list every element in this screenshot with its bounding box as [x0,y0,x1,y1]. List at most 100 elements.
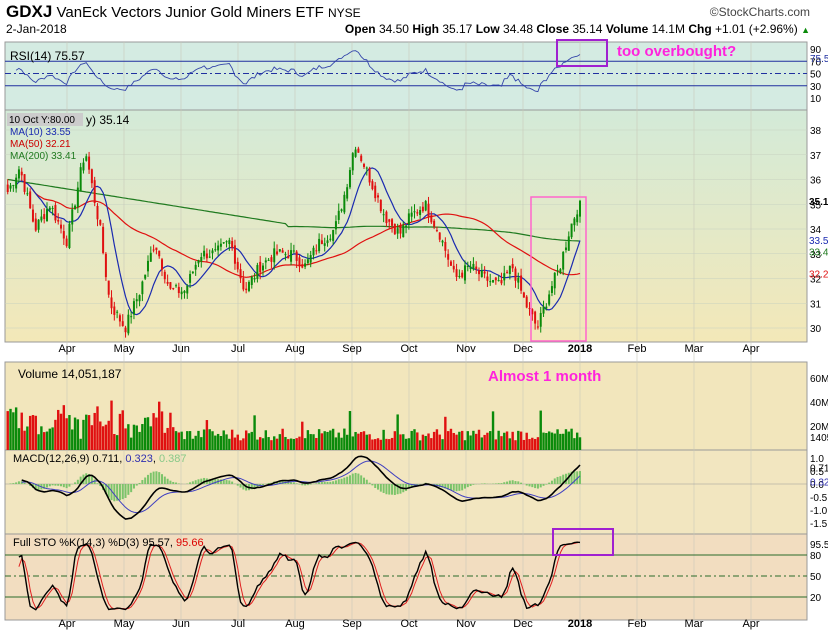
price-tag-ma200: 33.41 [809,248,828,259]
volume-bar [93,412,96,450]
macd-histogram-bar [329,481,332,484]
macd-histogram-bar [127,484,130,495]
macd-histogram-bar [385,484,388,495]
candle-body [385,211,388,224]
volume-bar [169,412,172,450]
volume-bar [469,435,472,450]
candle-body [506,271,509,273]
price-tick-label: 30 [810,324,822,335]
candle-body [217,245,220,251]
macd-tick-label: -1.5 [810,519,828,530]
volume-bar [214,435,217,450]
macd-histogram-bar [472,484,475,485]
candle-body [99,220,102,225]
volume-bar [517,430,520,450]
macd-histogram-bar [60,484,63,487]
macd-histogram-bar [158,472,161,484]
macd-histogram-bar [301,484,304,486]
macd-histogram-bar [96,483,99,484]
volume-bar [188,431,192,450]
volume-bar [68,415,71,450]
volume-bar [483,434,486,450]
volume-bar [416,432,419,450]
candle-body [169,282,172,289]
volume-bar [365,434,368,450]
volume-bar [547,431,551,450]
month-tick-label: Apr [742,343,759,355]
volume-bar [438,434,441,450]
candle-body [312,247,315,256]
macd-histogram-bar [194,480,197,484]
candle-body [155,247,158,251]
macd-histogram-bar [113,484,116,502]
candle-body [466,265,469,267]
volume-bar [216,433,220,450]
volume-bar [59,413,63,450]
candle-body [62,231,65,239]
month-tick-label: Jun [172,343,190,355]
macd-histogram-bar [124,484,127,498]
volume-bar [570,428,573,450]
macd-histogram-bar [452,484,455,491]
volume-bar [573,438,576,450]
candle-body [76,187,79,207]
candle-body [483,271,486,274]
candle-body [158,250,161,257]
volume-bar [40,426,43,450]
volume-bar [202,429,206,450]
candle-body [200,257,203,262]
volume-bar [460,430,464,450]
volume-bar [404,438,408,450]
volume-bar [550,432,554,450]
candle-body [259,261,262,273]
price-tick-label: 37 [810,151,822,162]
macd-histogram-bar [458,484,461,491]
volume-bar [528,439,531,450]
candle-body [545,306,548,309]
volume-bar [124,428,127,450]
candle-body [219,243,222,247]
volume-bar [331,428,335,450]
macd-histogram-bar [172,481,175,484]
candle-body [124,327,127,333]
volume-bar [399,434,402,450]
candle-body [6,184,9,192]
volume-bar [273,436,276,450]
volume-bar [500,436,503,450]
macd-histogram-bar [138,482,141,484]
volume-bar [553,433,556,450]
candle-body [309,255,312,263]
volume-bar [362,431,366,450]
candle-body [71,209,74,225]
volume-bar [146,417,150,450]
candle-body [37,219,40,230]
candle-body [449,261,452,266]
volume-bar [491,411,495,450]
macd-histogram-bar [76,479,79,484]
macd-histogram-bar [340,478,343,484]
candle-body [542,306,545,314]
candle-body [9,185,12,189]
macd-histogram-bar [559,476,562,484]
volume-bar [233,437,237,450]
volume-bar [435,429,439,450]
volume-bar [239,440,242,450]
volume-bar [17,428,21,450]
macd-histogram-bar [539,484,542,488]
macd-histogram-bar [9,483,12,484]
month-tick-label: Apr [58,618,75,630]
volume-bar [539,410,542,450]
candle-body [82,162,85,171]
volume-bar [379,439,383,450]
macd-histogram-bar [508,480,511,484]
volume-bar [261,438,265,450]
chart-canvas[interactable]: 303132333435363738AprAprMayMayJunJunJulJ… [0,0,828,630]
macd-histogram-bar [553,478,556,484]
candle-body [539,312,542,327]
macd-label: MACD(12,26,9) 0.711, 0.323, 0.387 [13,453,187,465]
candle-body [267,259,270,261]
candle-body [15,177,18,189]
volume-bar [301,421,304,450]
volume-bar [160,411,164,450]
volume-bar [337,432,340,450]
